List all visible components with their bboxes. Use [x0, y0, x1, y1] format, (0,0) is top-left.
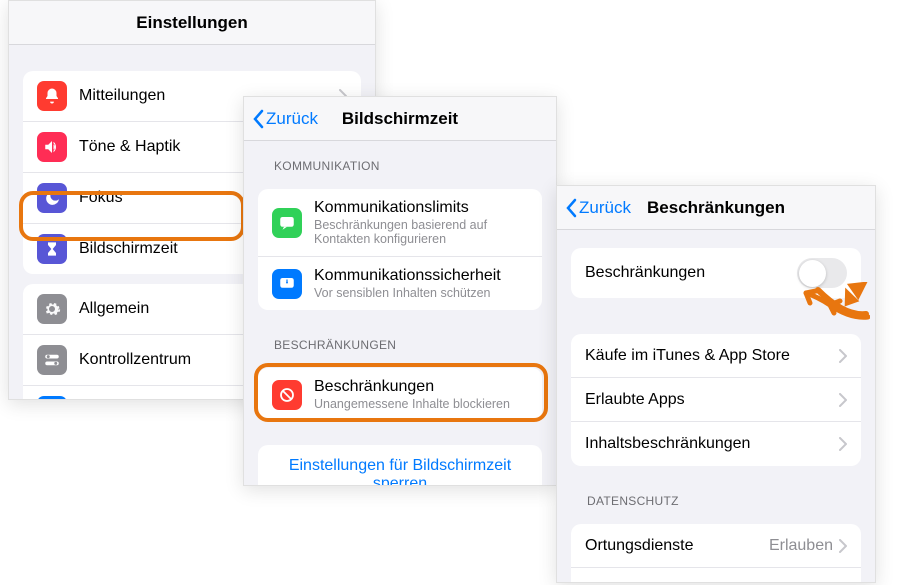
- page-title: Einstellungen: [136, 13, 247, 33]
- row-label: Beschränkungen: [585, 264, 797, 282]
- row-label: Erlaubte Apps: [585, 391, 839, 409]
- restrictions-group: Beschränkungen Unangemessene Inhalte blo…: [258, 368, 542, 421]
- row-content-restrictions[interactable]: Inhaltsbeschränkungen: [571, 422, 861, 466]
- section-restrictions: Beschränkungen: [244, 320, 556, 358]
- back-button[interactable]: Zurück: [252, 109, 318, 129]
- restrictions-panel: Zurück Beschränkungen Beschränkungen Käu…: [556, 185, 876, 583]
- chevron-right-icon: [839, 349, 847, 363]
- row-detail: Erlauben: [769, 537, 833, 555]
- moon-icon: [37, 183, 67, 213]
- page-title: Beschränkungen: [647, 198, 785, 218]
- gear-icon: [37, 294, 67, 324]
- row-comm-safety[interactable]: Kommunikationssicherheit Vor sensiblen I…: [258, 257, 542, 310]
- hourglass-icon: [37, 234, 67, 264]
- section-privacy: Datenschutz: [557, 476, 875, 514]
- chevron-right-icon: [839, 437, 847, 451]
- row-allowed-apps[interactable]: Erlaubte Apps: [571, 378, 861, 422]
- row-detail: Erlauben: [769, 581, 833, 583]
- bell-icon: [37, 81, 67, 111]
- back-label: Zurück: [266, 109, 318, 129]
- screentime-panel: Zurück Bildschirmzeit Kommunikation Komm…: [243, 96, 557, 486]
- row-label: Käufe im iTunes & App Store: [585, 347, 839, 365]
- no-entry-icon: [272, 380, 302, 410]
- nav-bar: Zurück Beschränkungen: [557, 186, 875, 230]
- row-contacts[interactable]: Kontakte Erlauben: [571, 568, 861, 583]
- row-restrictions[interactable]: Beschränkungen Unangemessene Inhalte blo…: [258, 368, 542, 421]
- section-communication: Kommunikation: [244, 141, 556, 179]
- row-label: Beschränkungen: [314, 378, 528, 396]
- chat-alert-icon: [272, 269, 302, 299]
- privacy-group: Ortungsdienste Erlauben Kontakte Erlaube…: [571, 524, 861, 583]
- row-location[interactable]: Ortungsdienste Erlauben: [571, 524, 861, 568]
- row-label: Ortungsdienste: [585, 537, 769, 555]
- chevron-right-icon: [839, 393, 847, 407]
- row-sub: Vor sensiblen Inhalten schützen: [314, 286, 528, 300]
- lock-group: Einstellungen für Bildschirmzeit sperren: [258, 445, 542, 486]
- nav-bar: Einstellungen: [9, 1, 375, 45]
- page-title: Bildschirmzeit: [342, 109, 458, 129]
- speaker-icon: [37, 132, 67, 162]
- row-label: Kontakte: [585, 581, 769, 583]
- nav-bar: Zurück Bildschirmzeit: [244, 97, 556, 141]
- pointer-arrow-icon: [808, 282, 870, 320]
- row-label: Inhaltsbeschränkungen: [585, 435, 839, 453]
- person-bubble-icon: [272, 208, 302, 238]
- back-button[interactable]: Zurück: [565, 198, 631, 218]
- row-label: Kommunikationssicherheit: [314, 267, 528, 285]
- chevron-right-icon: [839, 539, 847, 553]
- lock-screentime-link[interactable]: Einstellungen für Bildschirmzeit sperren: [258, 445, 542, 486]
- row-comm-limits[interactable]: Kommunikationslimits Beschränkungen basi…: [258, 189, 542, 257]
- allowed-group: Käufe im iTunes & App Store Erlaubte App…: [571, 334, 861, 466]
- back-label: Zurück: [579, 198, 631, 218]
- text-size-icon: [37, 396, 67, 400]
- row-sub: Unangemessene Inhalte blockieren: [314, 397, 528, 411]
- row-label: Kommunikationslimits: [314, 199, 528, 217]
- row-itunes-purchases[interactable]: Käufe im iTunes & App Store: [571, 334, 861, 378]
- row-sub: Beschränkungen basierend auf Kontakten k…: [314, 218, 528, 246]
- communication-group: Kommunikationslimits Beschränkungen basi…: [258, 189, 542, 310]
- switches-icon: [37, 345, 67, 375]
